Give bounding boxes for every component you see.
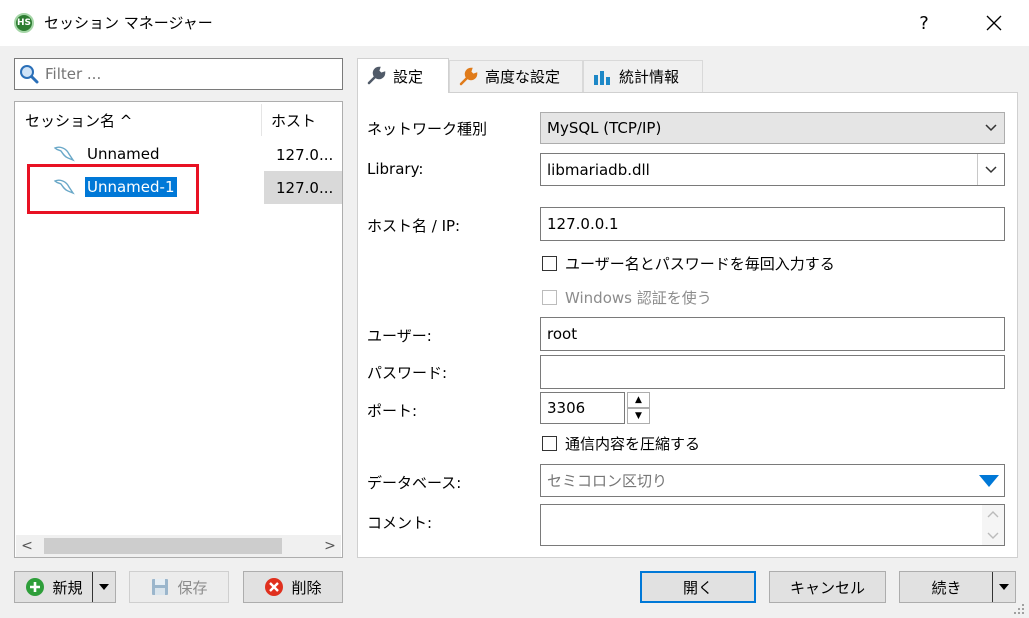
session-host: 127.0... (276, 145, 334, 164)
more-dropdown-arrow[interactable] (992, 572, 1015, 602)
windows-auth-checkbox[interactable]: Windows 認証を使う (542, 287, 712, 308)
more-button-label: 続き (931, 578, 962, 597)
chevron-up-icon[interactable] (987, 510, 999, 518)
windows-auth-label: Windows 認証を使う (565, 289, 712, 307)
comment-scrollbar[interactable] (982, 505, 1004, 545)
comment-textarea[interactable] (540, 504, 1005, 546)
column-divider[interactable] (261, 104, 262, 136)
dolphin-icon (53, 146, 75, 162)
caret-down-icon (999, 584, 1009, 590)
library-label: Library: (367, 160, 424, 178)
scroll-thumb[interactable] (44, 538, 282, 554)
library-select[interactable]: libmariadb.dll (540, 153, 1005, 186)
chevron-down-icon (985, 165, 997, 173)
password-input[interactable] (540, 355, 1005, 389)
network-type-value: MySQL (TCP/IP) (547, 119, 662, 137)
session-name: Unnamed (87, 145, 160, 163)
delete-circle-icon (265, 578, 284, 596)
dropdown-triangle-icon[interactable] (979, 475, 999, 487)
checkbox-box[interactable] (542, 256, 557, 271)
highlight-box (27, 164, 199, 214)
caret-down-icon (99, 584, 109, 590)
help-button[interactable]: ? (895, 6, 953, 40)
port-decrement-button[interactable]: ▼ (627, 408, 650, 424)
port-value: 3306 (547, 399, 586, 417)
wrench-icon (459, 67, 478, 85)
session-host: 127.0... (264, 171, 342, 204)
network-type-select[interactable]: MySQL (TCP/IP) (540, 112, 1005, 144)
port-input[interactable]: 3306 (540, 392, 625, 424)
tab-label: 設定 (393, 67, 424, 86)
library-value: libmariadb.dll (547, 160, 650, 179)
library-dropdown-button[interactable] (977, 154, 1004, 185)
tab-label: 高度な設定 (485, 68, 561, 86)
close-icon (986, 15, 1002, 31)
hostname-input[interactable]: 127.0.0.1 (540, 207, 1005, 241)
scroll-right-arrow[interactable]: > (319, 535, 341, 557)
user-label: ユーザー: (367, 327, 432, 345)
compress-checkbox[interactable]: 通信内容を圧縮する (542, 433, 700, 454)
column-header-session-name[interactable]: セッション名 ^ (25, 102, 261, 138)
tab-statistics[interactable]: 統計情報 (583, 60, 703, 92)
resize-grip-icon[interactable] (1012, 602, 1026, 616)
app-logo-icon: HS (14, 13, 34, 33)
plus-circle-icon (26, 578, 45, 596)
new-dropdown-arrow[interactable] (92, 572, 115, 602)
hostname-label: ホスト名 / IP: (367, 217, 461, 235)
hostname-value: 127.0.0.1 (547, 215, 619, 233)
database-label: データベース: (367, 474, 462, 492)
filter-box[interactable] (14, 58, 343, 90)
user-value: root (547, 325, 578, 343)
port-increment-button[interactable]: ▲ (627, 392, 650, 408)
password-label: パスワード: (367, 364, 448, 382)
database-placeholder: セミコロン区切り (547, 472, 668, 490)
tab-settings[interactable]: 設定 (357, 58, 449, 93)
new-button-label: 新規 (52, 578, 83, 597)
cancel-button[interactable]: キャンセル (769, 571, 886, 603)
prompt-login-checkbox[interactable]: ユーザー名とパスワードを毎回入力する (542, 253, 835, 274)
user-input[interactable]: root (540, 317, 1005, 351)
save-button-label: 保存 (177, 578, 208, 597)
comment-label: コメント: (367, 514, 433, 532)
more-button[interactable]: 続き (899, 571, 1016, 603)
new-button[interactable]: 新規 (14, 571, 116, 603)
chevron-down-icon[interactable] (987, 532, 999, 540)
chevron-down-icon (985, 124, 997, 132)
delete-button-label: 削除 (291, 578, 322, 597)
checkbox-box[interactable] (542, 290, 557, 305)
wrench-icon (367, 66, 386, 85)
bar-chart-icon (594, 70, 610, 85)
window-title: セッション マネージャー (44, 14, 213, 32)
scroll-left-arrow[interactable]: < (16, 535, 38, 557)
open-button-label: 開く (682, 578, 713, 597)
delete-button[interactable]: 削除 (243, 571, 343, 603)
database-input[interactable]: セミコロン区切り (540, 464, 1005, 497)
title-bar: HS セッション マネージャー ? (0, 0, 1029, 46)
compress-label: 通信内容を圧縮する (565, 435, 701, 453)
network-type-label: ネットワーク種別 (367, 120, 488, 138)
prompt-login-label: ユーザー名とパスワードを毎回入力する (565, 255, 835, 273)
tab-advanced-settings[interactable]: 高度な設定 (449, 60, 583, 92)
horizontal-scrollbar[interactable]: < > (16, 535, 341, 557)
filter-input[interactable] (45, 63, 335, 85)
checkbox-box[interactable] (542, 436, 557, 451)
close-button[interactable] (965, 6, 1023, 40)
column-header-host[interactable]: ホスト (271, 102, 341, 138)
save-button[interactable]: 保存 (129, 571, 229, 603)
floppy-disk-icon (152, 579, 169, 595)
search-icon (20, 65, 39, 84)
port-label: ポート: (367, 402, 418, 420)
tab-label: 統計情報 (619, 68, 680, 86)
cancel-button-label: キャンセル (789, 578, 865, 597)
open-button[interactable]: 開く (640, 571, 756, 603)
